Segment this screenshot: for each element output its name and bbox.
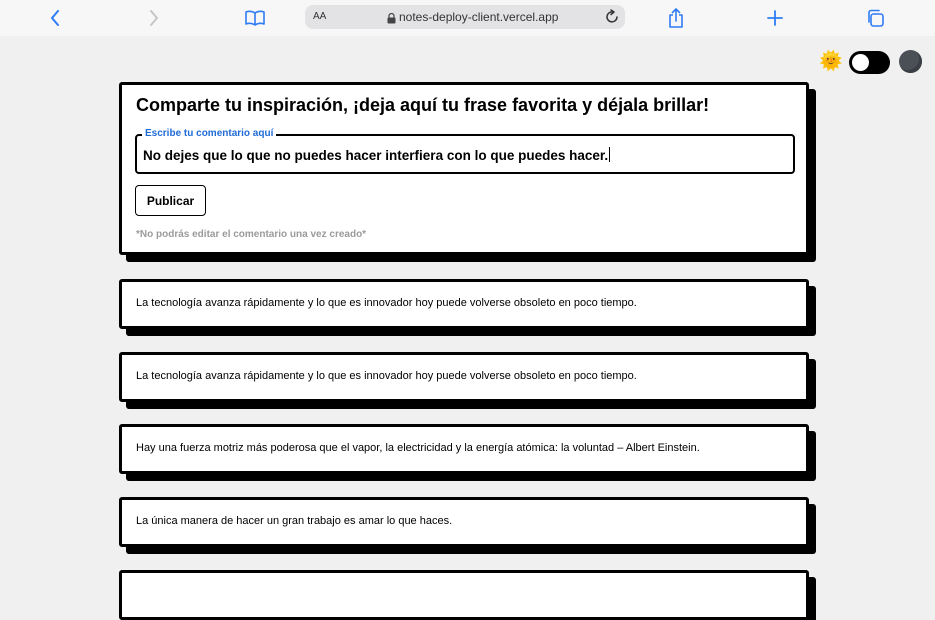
moon-icon <box>899 50 922 73</box>
theme-toggle[interactable] <box>849 51 890 74</box>
comment-input-label: Escribe tu comentario aquí <box>142 128 277 139</box>
forward-icon[interactable] <box>142 6 166 30</box>
browser-toolbar: AA notes-deploy-client.vercel.app <box>0 0 935 36</box>
lock-icon <box>387 11 396 29</box>
comment-card: La única manera de hacer un gran trabajo… <box>119 497 809 547</box>
tabs-overview-icon[interactable] <box>863 6 887 30</box>
url-text: notes-deploy-client.vercel.app <box>399 10 559 24</box>
comment-input-value[interactable]: No dejes que lo que no puedes hacer inte… <box>143 147 611 163</box>
comment-card <box>119 570 809 620</box>
comment-text: La única manera de hacer un gran trabajo… <box>136 515 453 527</box>
comment-text: La tecnología avanza rápidamente y lo qu… <box>136 297 637 309</box>
edit-warning-note: *No podrás editar el comentario una vez … <box>136 229 367 240</box>
comment-input[interactable]: Escribe tu comentario aquí No dejes que … <box>135 128 795 174</box>
reload-icon[interactable] <box>605 9 619 29</box>
comment-card: La tecnología avanza rápidamente y lo qu… <box>119 279 809 329</box>
form-title: Comparte tu inspiración, ¡deja aquí tu f… <box>136 95 710 115</box>
comment-text: Hay una fuerza motriz más poderosa que e… <box>136 442 700 454</box>
publish-button[interactable]: Publicar <box>135 185 206 216</box>
text-size-button[interactable]: AA <box>313 11 326 22</box>
toggle-knob <box>852 54 869 71</box>
new-tab-icon[interactable] <box>763 6 787 30</box>
comment-form-card: Comparte tu inspiración, ¡deja aquí tu f… <box>119 82 809 255</box>
address-bar[interactable]: AA notes-deploy-client.vercel.app <box>305 5 625 29</box>
comment-card: Hay una fuerza motriz más poderosa que e… <box>119 424 809 474</box>
back-icon[interactable] <box>43 6 67 30</box>
bookmarks-icon[interactable] <box>243 6 267 30</box>
share-icon[interactable] <box>664 6 688 30</box>
comment-text: La tecnología avanza rápidamente y lo qu… <box>136 370 637 382</box>
sun-icon: 🌞 <box>819 51 843 72</box>
comment-card: La tecnología avanza rápidamente y lo qu… <box>119 352 809 402</box>
